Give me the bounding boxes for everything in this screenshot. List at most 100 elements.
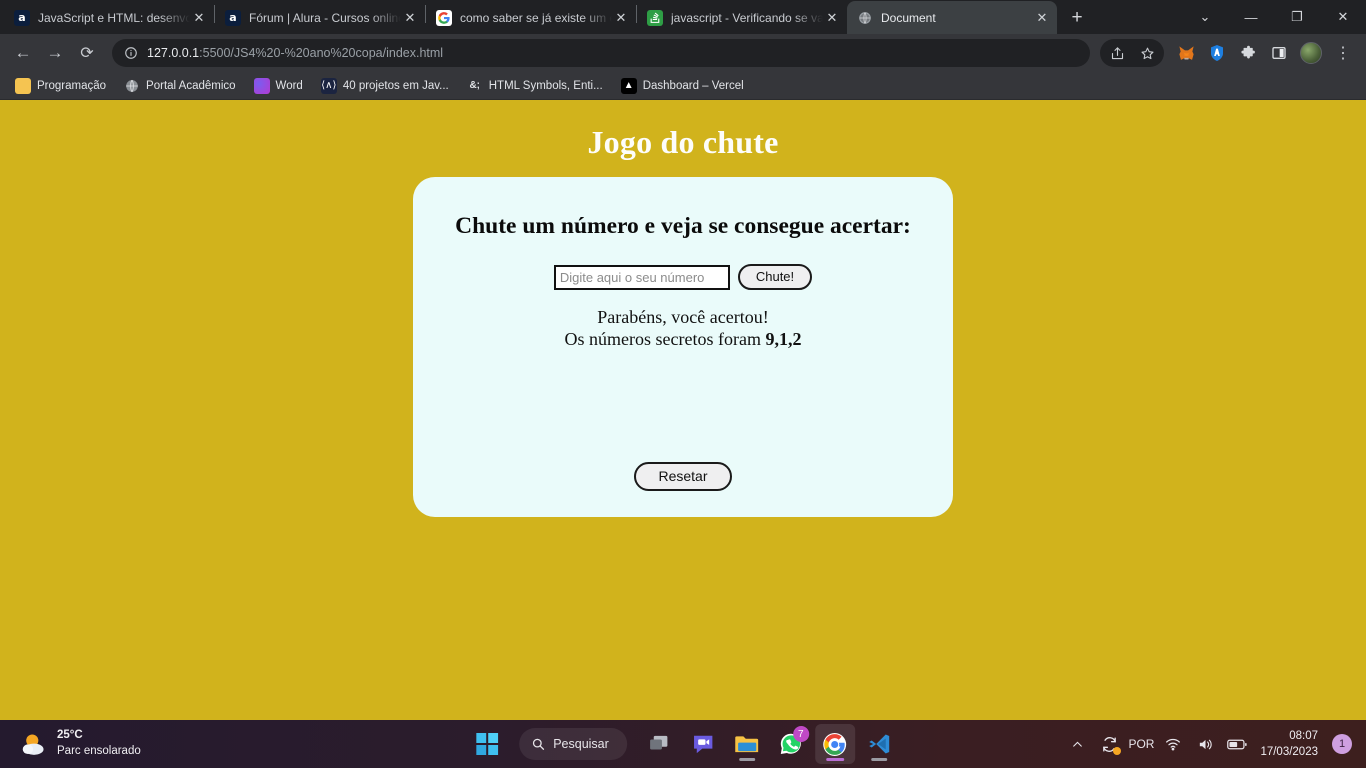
chevron-down-icon[interactable]: ⌄ — [1182, 0, 1228, 34]
info-circle-icon[interactable] — [124, 46, 138, 60]
bookmark-word[interactable]: Word — [247, 75, 310, 97]
bookmark-portal-academico[interactable]: Portal Acadêmico — [117, 75, 243, 97]
word-icon — [253, 77, 270, 94]
tab-close-icon[interactable]: ✕ — [401, 9, 419, 27]
weather-widget[interactable]: 25°C Parc ensolarado — [0, 728, 141, 759]
browser-tab-3[interactable]: como saber se já existe um e ✕ — [426, 1, 636, 34]
browser-tab-1[interactable]: a JavaScript e HTML: desenvolv ✕ — [4, 1, 214, 34]
url-path: :5500/JS4%20-%20ano%20copa/index.html — [199, 46, 444, 60]
minimize-button[interactable]: — — [1228, 0, 1274, 34]
tab-close-icon[interactable]: ✕ — [1033, 9, 1051, 27]
address-bar[interactable]: 127.0.0.1:5500/JS4%20-%20ano%20copa/inde… — [112, 39, 1090, 67]
whatsapp-icon[interactable]: 7 — [771, 724, 811, 764]
bookmark-programacao[interactable]: Programação — [8, 75, 113, 97]
windows-taskbar: 25°C Parc ensolarado Pesquisar 7 POR 08:… — [0, 720, 1366, 768]
bookmark-label: Word — [275, 79, 303, 92]
globe-icon — [857, 10, 873, 26]
back-button[interactable]: ← — [8, 38, 38, 68]
browser-toolbar: ← → ⟳ 127.0.0.1:5500/JS4%20-%20ano%20cop… — [0, 34, 1366, 72]
battery-icon[interactable] — [1224, 728, 1250, 760]
teams-chat-icon[interactable] — [683, 724, 723, 764]
weather-text: 25°C Parc ensolarado — [57, 728, 141, 759]
adblock-shield-icon[interactable] — [1204, 40, 1230, 66]
browser-tab-5-active[interactable]: Document ✕ — [847, 1, 1057, 34]
guess-button[interactable]: Chute! — [737, 264, 813, 291]
star-icon[interactable] — [1132, 38, 1162, 68]
update-dot — [1113, 747, 1122, 755]
vercel-icon: ▲ — [620, 77, 637, 94]
tab-close-icon[interactable]: ✕ — [823, 9, 841, 27]
reset-row: Resetar — [413, 461, 953, 491]
bookmark-dashboard-vercel[interactable]: ▲ Dashboard – Vercel — [614, 75, 751, 97]
tab-title: javascript - Verificando se val — [671, 10, 823, 25]
bookmark-label: Programação — [37, 79, 107, 92]
three-dot-menu-icon[interactable]: ⋮ — [1328, 38, 1358, 68]
project-icon: ⟨∧⟩ — [320, 77, 337, 94]
browser-window: a JavaScript e HTML: desenvolv ✕ a Fórum… — [0, 0, 1366, 768]
system-tray: POR 08:07 17/03/2023 1 — [1064, 720, 1366, 768]
sidebar-panel-icon[interactable] — [1266, 40, 1292, 66]
omnibox-actions — [1100, 39, 1164, 67]
windows-start-icon[interactable] — [467, 724, 507, 764]
reload-button[interactable]: ⟳ — [72, 38, 102, 68]
wifi-icon[interactable] — [1160, 728, 1186, 760]
notification-badge[interactable]: 1 — [1332, 734, 1352, 754]
clock-date: 17/03/2023 — [1260, 746, 1318, 758]
toolbar-right-group: ⋮ — [1100, 38, 1358, 68]
bookmark-html-symbols[interactable]: &; HTML Symbols, Enti... — [460, 75, 610, 97]
puzzle-icon[interactable] — [1235, 40, 1261, 66]
volume-icon[interactable] — [1192, 728, 1218, 760]
browser-tab-2[interactable]: a Fórum | Alura - Cursos online ✕ — [215, 1, 425, 34]
result-line-1: Parabéns, você acertou! — [597, 307, 769, 328]
result-prefix: Os números secretos foram — [564, 328, 766, 349]
search-placeholder: Pesquisar — [553, 737, 609, 751]
window-controls: ⌄ — ❐ ✕ — [1182, 0, 1366, 34]
tab-strip: a JavaScript e HTML: desenvolv ✕ a Fórum… — [0, 0, 1366, 34]
tab-close-icon[interactable]: ✕ — [612, 9, 630, 27]
language-indicator[interactable]: POR — [1128, 728, 1154, 760]
alura-icon: a — [225, 9, 241, 26]
secret-numbers: 9,1,2 — [765, 328, 802, 349]
new-tab-button[interactable]: + — [1063, 3, 1091, 31]
weather-condition: Parc ensolarado — [57, 745, 141, 757]
bookmark-label: HTML Symbols, Enti... — [488, 79, 603, 92]
task-indicator — [870, 758, 887, 761]
alura-icon: a — [14, 9, 30, 26]
profile-avatar[interactable] — [1300, 42, 1322, 64]
bookmarks-bar: Programação Portal Acadêmico Word ⟨∧⟩ 40… — [0, 72, 1366, 100]
taskbar-search[interactable]: Pesquisar — [519, 728, 627, 760]
search-icon — [531, 737, 545, 751]
forward-button[interactable]: → — [40, 38, 70, 68]
guess-input[interactable] — [553, 264, 730, 290]
vscode-icon[interactable] — [859, 724, 899, 764]
file-explorer-icon[interactable] — [727, 724, 767, 764]
close-window-button[interactable]: ✕ — [1320, 0, 1366, 34]
guess-form: Chute! — [413, 264, 953, 291]
metamask-fox-icon[interactable] — [1173, 40, 1199, 66]
browser-tab-4[interactable]: javascript - Verificando se val ✕ — [637, 1, 847, 34]
sync-update-icon[interactable] — [1096, 728, 1122, 760]
taskbar-center: Pesquisar 7 — [467, 724, 899, 764]
tab-title: JavaScript e HTML: desenvolv — [38, 10, 190, 25]
page-title: Jogo do chute — [587, 124, 779, 160]
task-indicator — [738, 758, 755, 761]
url-text: 127.0.0.1:5500/JS4%20-%20ano%20copa/inde… — [147, 46, 443, 60]
task-view-icon[interactable] — [639, 724, 679, 764]
game-heading: Chute um número e veja se consegue acert… — [455, 213, 911, 239]
result-message: Parabéns, você acertou! Os números secre… — [413, 307, 953, 350]
bookmark-40-projetos[interactable]: ⟨∧⟩ 40 projetos em Jav... — [314, 75, 456, 97]
bookmark-label: 40 projetos em Jav... — [342, 79, 449, 92]
task-indicator-active — [825, 758, 844, 761]
folder-icon — [15, 77, 31, 94]
tab-close-icon[interactable]: ✕ — [190, 9, 208, 27]
clock-widget[interactable]: 08:07 17/03/2023 — [1256, 728, 1326, 760]
reset-button[interactable]: Resetar — [634, 461, 732, 491]
maximize-button[interactable]: ❐ — [1274, 0, 1320, 34]
chevron-up-icon[interactable] — [1064, 728, 1090, 760]
bookmark-label: Portal Acadêmico — [146, 79, 236, 92]
share-icon[interactable] — [1102, 38, 1132, 68]
google-icon — [436, 9, 452, 26]
chrome-icon[interactable] — [814, 724, 855, 764]
game-card: Chute um número e veja se consegue acert… — [413, 177, 953, 517]
bookmark-label: Dashboard – Vercel — [642, 79, 744, 92]
